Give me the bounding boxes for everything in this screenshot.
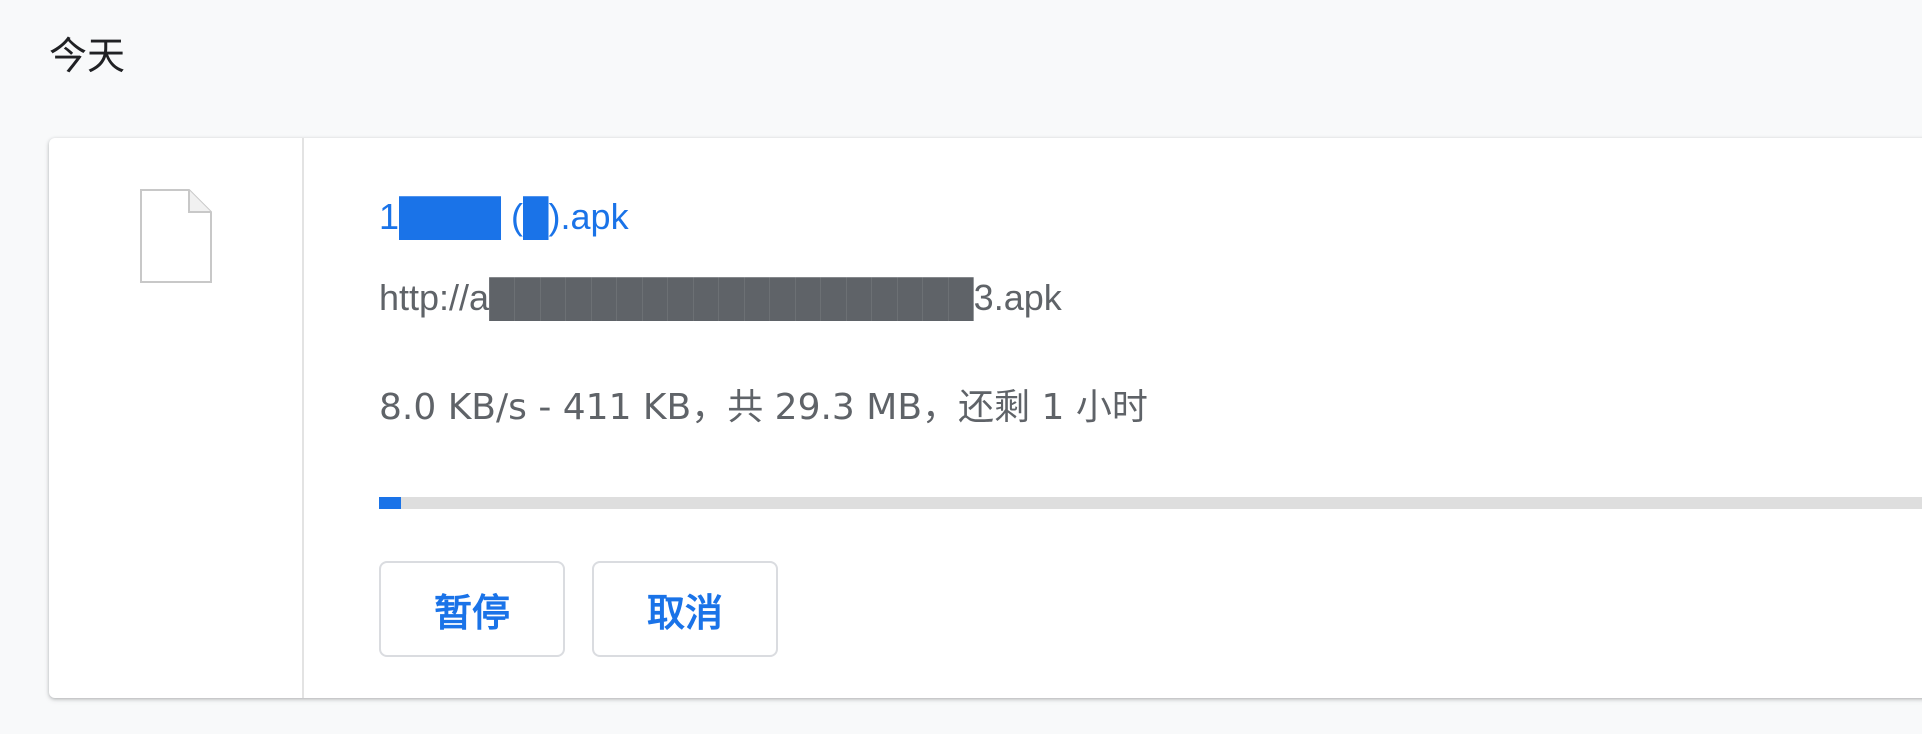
date-section-title: 今天 <box>49 34 126 78</box>
pause-button[interactable]: 暂停 <box>379 561 565 657</box>
downloads-page: 今天 1████ (█).apk http://a███████████████… <box>0 0 1922 734</box>
cancel-button[interactable]: 取消 <box>592 561 778 657</box>
download-details: 1████ (█).apk http://a██████████████████… <box>379 138 1922 698</box>
download-progress-bar <box>379 497 1922 509</box>
source-url[interactable]: http://a███████████████████3.apk <box>379 273 1062 323</box>
download-status: 8.0 KB/s - 411 KB，共 29.3 MB，还剩 1 小时 <box>379 387 1148 428</box>
download-item-card: 1████ (█).apk http://a██████████████████… <box>49 138 1922 698</box>
download-progress-fill <box>379 497 402 509</box>
file-icon <box>140 189 212 283</box>
file-name-link[interactable]: 1████ (█).apk <box>379 192 629 242</box>
file-icon-column <box>49 138 304 698</box>
